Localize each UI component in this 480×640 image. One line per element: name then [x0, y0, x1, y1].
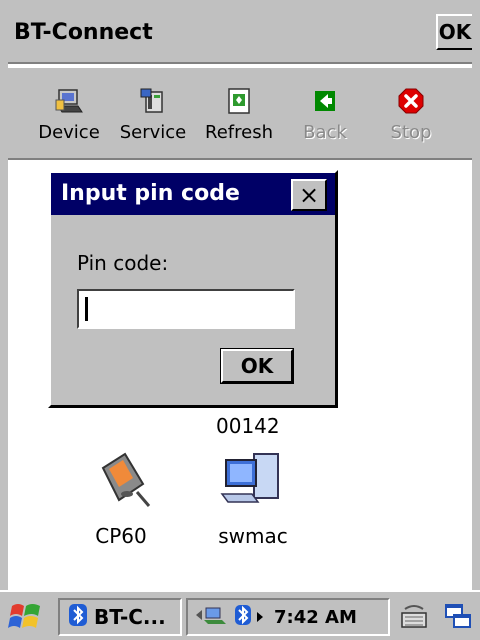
title-ok-button[interactable]: OK	[436, 14, 474, 50]
app-title: BT-Connect	[14, 20, 153, 45]
device-00142-label[interactable]: 00142	[216, 414, 280, 438]
stop-icon	[396, 86, 426, 116]
desktop-windows-icon[interactable]	[440, 598, 476, 636]
pin-code-label: Pin code:	[77, 251, 169, 275]
device-cp60-label: CP60	[95, 524, 147, 548]
toolbar: Device Service Refresh Back Stop	[8, 68, 472, 160]
task-bt-connect-button[interactable]: BT-C...	[58, 598, 182, 636]
window-frame-right	[472, 0, 480, 640]
bluetooth-icon	[68, 603, 88, 631]
service-icon	[138, 86, 168, 116]
pin-code-input[interactable]	[77, 289, 295, 329]
dialog-title-bar: Input pin code ×	[51, 173, 335, 215]
device-button[interactable]: Device	[28, 78, 110, 154]
computer-icon	[220, 450, 286, 514]
refresh-button[interactable]: Refresh	[196, 78, 282, 154]
network-tray-icon[interactable]	[194, 604, 228, 630]
service-button[interactable]: Service	[112, 78, 194, 154]
task-bt-connect-label: BT-C...	[94, 605, 166, 629]
stop-button[interactable]: Stop	[370, 78, 452, 154]
device-icon	[54, 86, 84, 116]
back-arrow-icon	[310, 86, 340, 116]
pda-icon	[89, 450, 153, 514]
back-button[interactable]: Back	[284, 78, 366, 154]
pin-code-dialog: Input pin code × Pin code: OK	[48, 170, 338, 408]
device-swmac-label: swmac	[218, 524, 288, 548]
dialog-close-button[interactable]: ×	[291, 179, 327, 211]
text-caret	[85, 297, 88, 321]
device-item-swmac[interactable]: swmac	[198, 450, 308, 548]
window-frame-left	[0, 0, 8, 640]
bluetooth-tray-icon[interactable]	[234, 604, 252, 630]
back-button-label: Back	[303, 122, 347, 143]
title-bar: BT-Connect OK	[0, 0, 480, 64]
system-tray: 7:42 AM	[186, 598, 390, 636]
device-item-cp60[interactable]: CP60	[66, 450, 176, 548]
refresh-icon	[224, 86, 254, 116]
start-menu-icon[interactable]	[8, 600, 44, 634]
tray-expand-arrow-icon[interactable]	[256, 608, 264, 627]
taskbar: BT-C... 7:42 AM	[0, 590, 480, 640]
dialog-ok-button[interactable]: OK	[220, 348, 294, 384]
clock-time[interactable]: 7:42 AM	[274, 607, 357, 628]
service-button-label: Service	[119, 122, 187, 143]
refresh-button-label: Refresh	[205, 122, 273, 143]
device-button-label: Device	[38, 122, 100, 143]
dialog-title: Input pin code	[61, 181, 240, 206]
stop-button-label: Stop	[390, 122, 432, 143]
keyboard-icon[interactable]	[394, 598, 434, 636]
